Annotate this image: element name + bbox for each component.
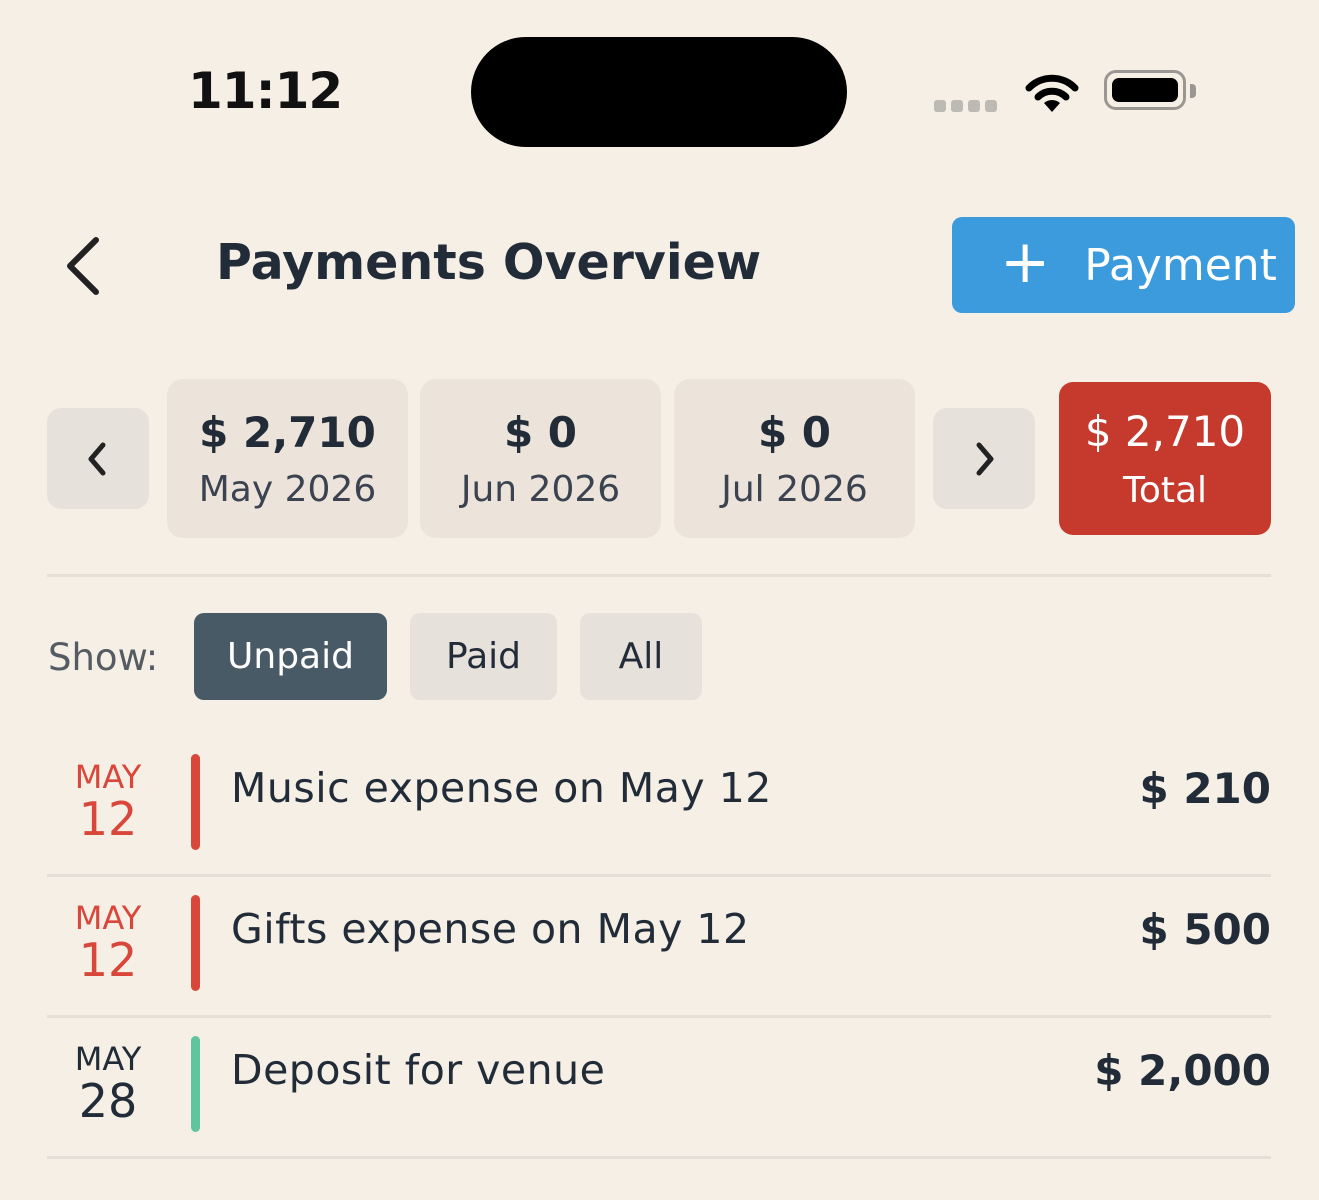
payment-amount: $ 2,000 (1094, 1046, 1271, 1095)
chevron-left-icon (88, 442, 106, 475)
payment-day: 28 (78, 1074, 138, 1128)
month-amount: $ 0 (757, 407, 832, 457)
month-card-jul[interactable]: $ 0 Jul 2026 (674, 379, 915, 538)
wifi-icon (1022, 70, 1082, 118)
month-card-may[interactable]: $ 2,710 May 2026 (167, 379, 408, 538)
month-label: Jul 2026 (721, 468, 868, 510)
battery-icon (1104, 70, 1186, 110)
payment-description: Music expense on May 12 (231, 764, 772, 812)
status-bar-unpaid (191, 754, 200, 850)
status-bar (191, 1036, 200, 1132)
dynamic-island (471, 37, 847, 147)
total-card[interactable]: $ 2,710 Total (1059, 382, 1271, 535)
back-button[interactable] (58, 232, 118, 302)
payment-amount: $ 500 (1139, 905, 1271, 954)
payment-row[interactable]: MAY 28 Deposit for venue $ 2,000 (47, 1018, 1271, 1159)
divider (47, 574, 1271, 577)
page-title: Payments Overview (216, 234, 762, 291)
payment-row[interactable]: MAY 12 Gifts expense on May 12 $ 500 (47, 877, 1271, 1018)
payment-description: Gifts expense on May 12 (231, 905, 750, 953)
divider (47, 1156, 1271, 1159)
month-label: May 2026 (198, 468, 377, 510)
total-label: Total (1122, 469, 1208, 511)
status-time: 11:12 (188, 62, 343, 120)
previous-month-button[interactable] (47, 408, 149, 509)
month-amount: $ 2,710 (199, 407, 376, 457)
payment-day: 12 (78, 792, 138, 846)
payment-month: MAY (74, 1040, 142, 1078)
payment-day: 12 (78, 933, 138, 987)
chevron-right-icon (976, 442, 994, 475)
status-bar-unpaid (191, 895, 200, 991)
add-payment-label: Payment (1084, 239, 1277, 291)
battery-cap (1190, 84, 1196, 98)
payment-row[interactable]: MAY 12 Music expense on May 12 $ 210 (47, 736, 1271, 877)
filter-all-chip[interactable]: All (580, 613, 702, 700)
add-payment-button[interactable]: + Payment (952, 217, 1295, 313)
cellular-signal-icon (934, 100, 997, 112)
month-amount: $ 0 (503, 407, 578, 457)
plus-icon: + (1000, 227, 1051, 297)
total-amount: $ 2,710 (1084, 406, 1246, 456)
payment-description: Deposit for venue (231, 1046, 606, 1094)
payment-month: MAY (74, 758, 142, 796)
payment-month: MAY (74, 899, 142, 937)
next-month-button[interactable] (933, 408, 1035, 509)
payment-amount: $ 210 (1139, 764, 1271, 813)
filter-paid-chip[interactable]: Paid (410, 613, 557, 700)
chevron-left-icon (67, 237, 99, 295)
filter-unpaid-chip[interactable]: Unpaid (194, 613, 387, 700)
filter-label: Show: (48, 636, 159, 679)
month-card-jun[interactable]: $ 0 Jun 2026 (420, 379, 661, 538)
month-label: Jun 2026 (460, 468, 621, 510)
